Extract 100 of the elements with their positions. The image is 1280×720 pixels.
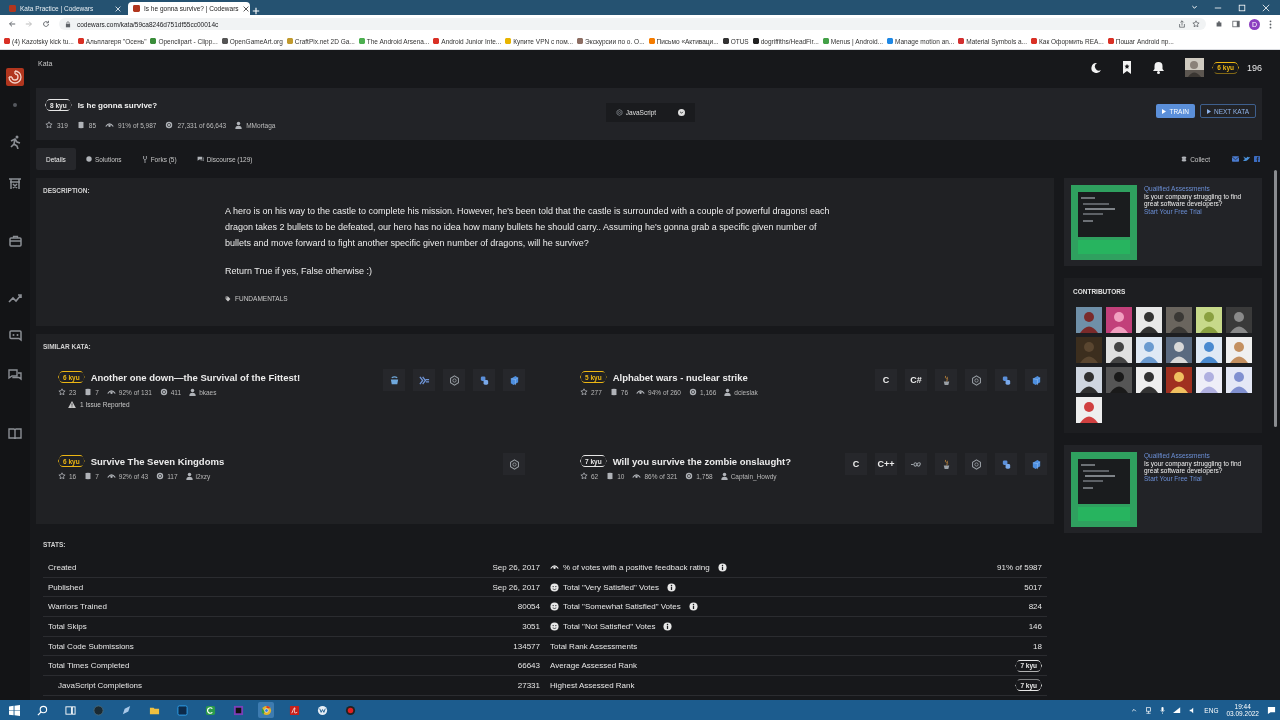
- record-icon[interactable]: [344, 704, 356, 716]
- scrollbar-thumb[interactable]: [1274, 170, 1277, 427]
- stat-value: 134577: [513, 641, 540, 651]
- stack-icon: [84, 472, 93, 480]
- bookmark-star-icon[interactable]: [1192, 20, 1200, 28]
- language-icon: [388, 374, 400, 386]
- stat-label: Warriors Trained: [48, 602, 107, 612]
- wifi-icon[interactable]: [1173, 706, 1182, 714]
- comments-icon: [196, 156, 204, 162]
- notification-icon[interactable]: [1267, 705, 1276, 715]
- chevron-up-icon[interactable]: [1131, 707, 1138, 713]
- pen-app-icon[interactable]: [120, 704, 132, 716]
- stat-value: 3051: [522, 621, 540, 631]
- language-tile[interactable]: [413, 369, 435, 391]
- runner-icon[interactable]: [8, 135, 22, 149]
- completions-icon: [156, 472, 165, 480]
- bell-icon[interactable]: [1152, 61, 1166, 74]
- language-tile[interactable]: [965, 369, 987, 391]
- site-icon: [433, 38, 440, 44]
- stat-label: Total Code Submissions: [48, 641, 134, 651]
- stat-value: 66643: [517, 661, 540, 671]
- stat-label: Total "Not Satisfied" Votes: [563, 621, 656, 631]
- chat-icon[interactable]: [8, 330, 22, 342]
- lock-icon: [65, 20, 71, 28]
- new-tab-icon[interactable]: [252, 7, 260, 15]
- round-app-icon[interactable]: [316, 704, 328, 716]
- language-tile[interactable]: C: [845, 453, 867, 475]
- pdf-icon[interactable]: [288, 704, 300, 716]
- microphone-icon[interactable]: [1160, 706, 1166, 714]
- star-icon: [58, 388, 66, 396]
- chevron-icon[interactable]: [1191, 4, 1198, 11]
- info-icon: [688, 602, 698, 612]
- book-icon[interactable]: [8, 428, 22, 439]
- avatar: [1226, 337, 1252, 363]
- chevron-down-icon: [678, 108, 686, 116]
- language-tile[interactable]: C++: [875, 453, 897, 475]
- reload-icon[interactable]: [42, 20, 50, 28]
- language-tile[interactable]: [965, 453, 987, 475]
- language-icon: [418, 374, 430, 386]
- trend-icon[interactable]: [8, 293, 22, 303]
- language-tile[interactable]: [1025, 369, 1047, 391]
- language-tile[interactable]: C: [875, 369, 897, 391]
- more-icon[interactable]: [1269, 19, 1272, 29]
- stack-icon: [606, 472, 615, 480]
- bookmark-icon[interactable]: [1122, 61, 1133, 74]
- avatar: [1166, 367, 1192, 393]
- language-tile[interactable]: [503, 369, 525, 391]
- start-icon[interactable]: [8, 704, 20, 716]
- language-tile[interactable]: [1025, 453, 1047, 475]
- moon-icon[interactable]: [1090, 61, 1103, 74]
- site-icon: [577, 38, 584, 44]
- avatar: [1196, 307, 1222, 333]
- extensions-icon[interactable]: [1215, 20, 1223, 28]
- maximize-icon[interactable]: [1238, 3, 1246, 12]
- kata-title[interactable]: Another one down—the Survival of the Fittest!: [90, 371, 301, 383]
- language-tile[interactable]: [503, 453, 525, 475]
- briefcase-icon[interactable]: [8, 235, 22, 247]
- stack-icon: [609, 388, 618, 396]
- stat-value: 18: [1033, 641, 1042, 651]
- language-tile[interactable]: [935, 453, 957, 475]
- avatar: [1196, 367, 1222, 393]
- eye-icon: [632, 472, 642, 480]
- network-icon[interactable]: [1145, 706, 1153, 714]
- eye-icon: [106, 472, 116, 480]
- language-tile[interactable]: [995, 369, 1017, 391]
- stat-label: Published: [48, 582, 84, 592]
- app-icon[interactable]: [204, 704, 216, 716]
- chrome-icon[interactable]: [260, 704, 272, 716]
- tag-icon: [225, 295, 231, 302]
- language-tile[interactable]: [473, 369, 495, 391]
- search-icon[interactable]: [36, 704, 48, 716]
- completions-icon: [689, 388, 697, 396]
- user-icon: [724, 388, 732, 396]
- side-panel-icon[interactable]: [1232, 20, 1240, 28]
- logo-icon[interactable]: [6, 68, 24, 86]
- language-icon: [508, 374, 520, 386]
- close-icon[interactable]: [242, 5, 249, 12]
- kata-title[interactable]: Alphabet wars - nuclear strike: [612, 371, 748, 383]
- share-icon[interactable]: [1178, 20, 1186, 28]
- info-icon: [666, 582, 676, 592]
- language-icon: [448, 374, 460, 386]
- language-tile[interactable]: [935, 369, 957, 391]
- speech-bubbles-icon[interactable]: [8, 369, 22, 382]
- kata-title[interactable]: Survive The Seven Kingdoms: [90, 455, 225, 467]
- bird-icon[interactable]: [1243, 156, 1250, 162]
- task-view-icon[interactable]: [64, 704, 76, 716]
- language-tile[interactable]: [995, 453, 1017, 475]
- facebook-icon[interactable]: [1254, 156, 1260, 162]
- language-tile[interactable]: [443, 369, 465, 391]
- language-tile[interactable]: C#: [905, 369, 927, 391]
- dojo-icon[interactable]: [8, 176, 22, 190]
- language-tile[interactable]: [905, 453, 927, 475]
- play-icon: [1206, 108, 1211, 114]
- stat-label: Total Skips: [48, 621, 87, 631]
- language-tile[interactable]: [383, 369, 405, 391]
- site-icon: [77, 38, 84, 44]
- kata-title[interactable]: Will you survive the zombie onslaught?: [612, 455, 791, 467]
- back-icon[interactable]: [8, 20, 16, 28]
- ide-icon[interactable]: [232, 704, 244, 716]
- dot-icon[interactable]: [13, 103, 17, 107]
